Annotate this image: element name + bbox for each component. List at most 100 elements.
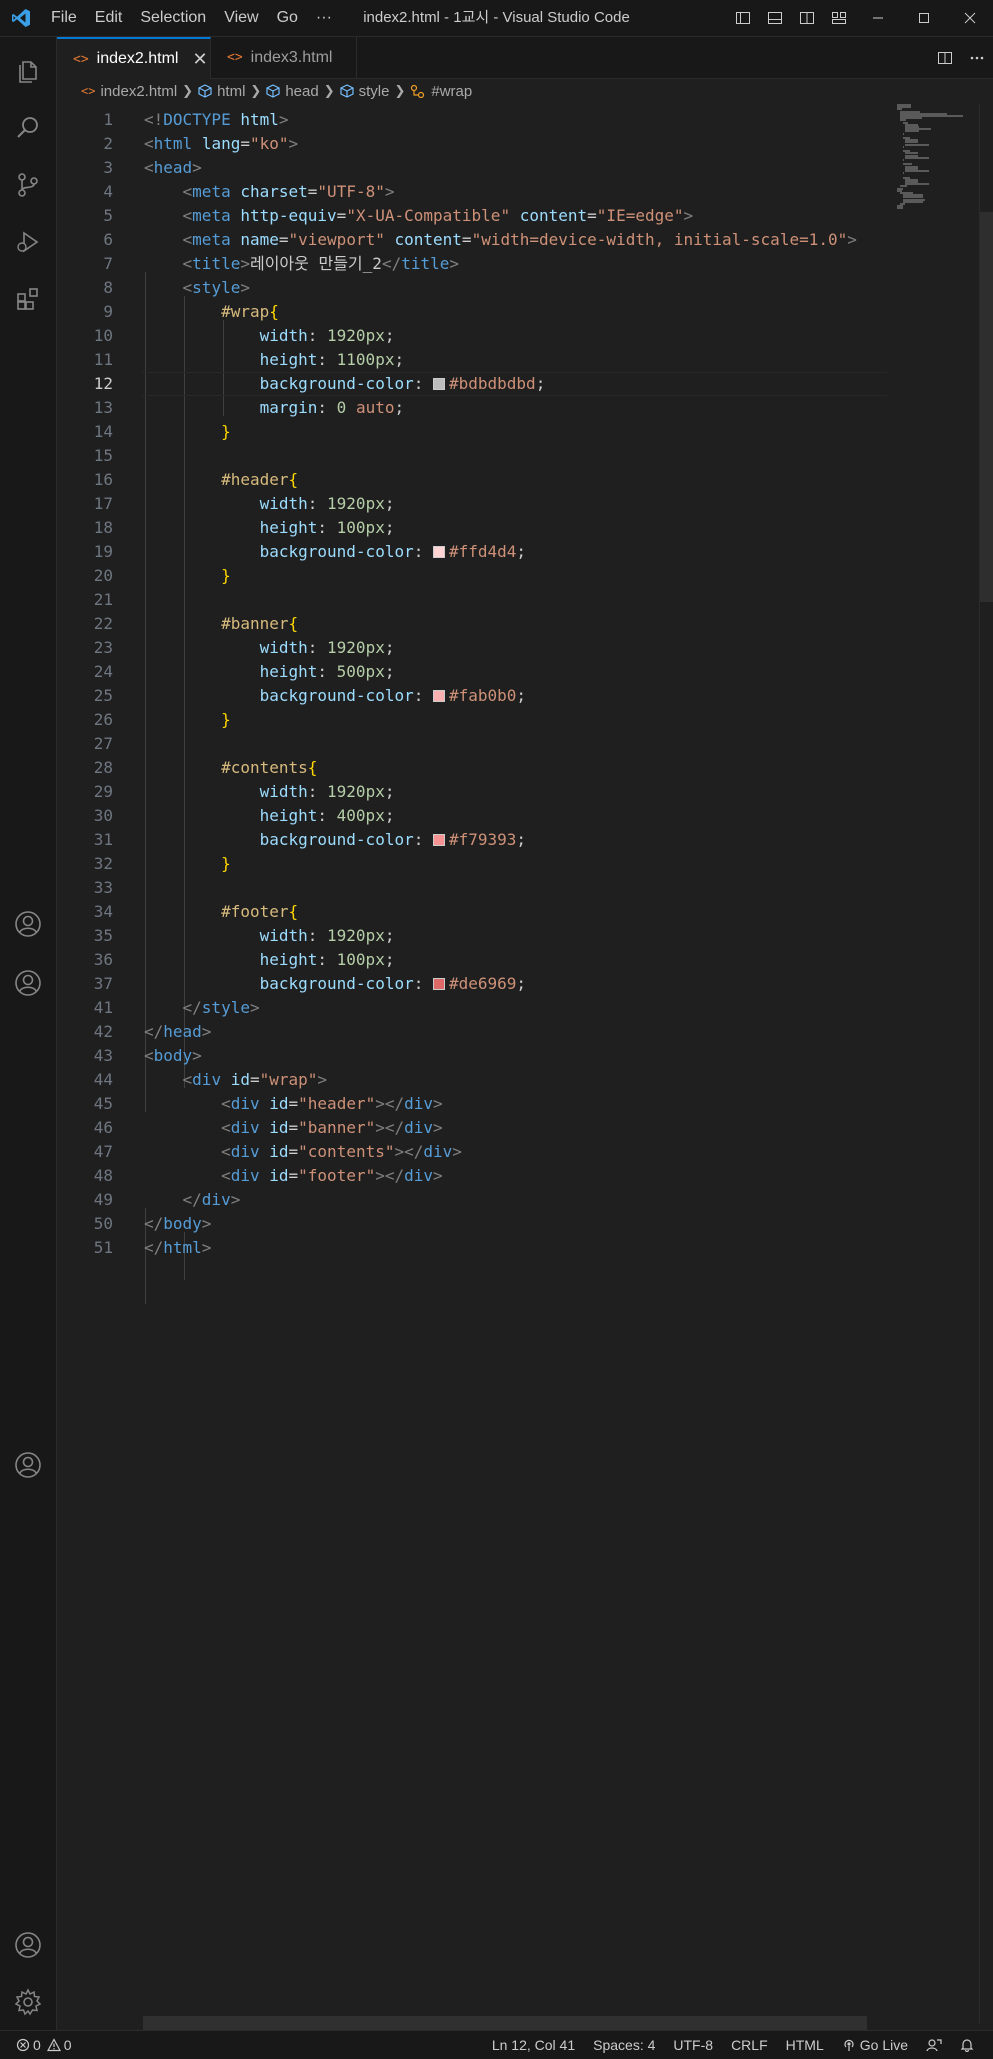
- toggle-primary-sidebar-icon[interactable]: [727, 0, 759, 36]
- account-icon[interactable]: [0, 1437, 56, 1493]
- code-line[interactable]: 2 <html lang="ko">: [57, 132, 889, 156]
- code-line[interactable]: 9 #wrap{: [57, 300, 889, 324]
- code-line[interactable]: 32 }: [57, 852, 889, 876]
- code-line[interactable]: 51 </html>: [57, 1236, 889, 1260]
- menu-item[interactable]: Selection: [131, 9, 215, 27]
- encoding[interactable]: UTF-8: [673, 2037, 713, 2053]
- code-line[interactable]: 25 background-color: #fab0b0;: [57, 684, 889, 708]
- indentation[interactable]: Spaces: 4: [593, 2037, 655, 2053]
- code-line[interactable]: 31 background-color: #f79393;: [57, 828, 889, 852]
- code-line[interactable]: 3 <head>: [57, 156, 889, 180]
- menu-item[interactable]: File: [42, 9, 86, 27]
- code-line[interactable]: 10 width: 1920px;: [57, 324, 889, 348]
- code-line[interactable]: 29 width: 1920px;: [57, 780, 889, 804]
- code-line[interactable]: 18 height: 100px;: [57, 516, 889, 540]
- color-swatch-icon[interactable]: [432, 690, 445, 702]
- code-line[interactable]: 41 </style>: [57, 996, 889, 1020]
- run-debug-icon[interactable]: [0, 214, 56, 270]
- split-editor-icon[interactable]: [929, 37, 961, 78]
- code-line[interactable]: 43 <body>: [57, 1044, 889, 1068]
- problems-indicator[interactable]: 0 0: [16, 2037, 72, 2053]
- code-line[interactable]: 33: [57, 876, 889, 900]
- minimap[interactable]: [897, 104, 979, 214]
- code-line[interactable]: 50 </body>: [57, 1212, 889, 1236]
- scrollbar-thumb[interactable]: [980, 212, 993, 602]
- tab-index3[interactable]: <> index3.html: [211, 37, 357, 78]
- code-line[interactable]: 49 </div>: [57, 1188, 889, 1212]
- code-line[interactable]: 45 <div id="header"></div>: [57, 1092, 889, 1116]
- code-line[interactable]: 22 #banner{: [57, 612, 889, 636]
- code-line[interactable]: 24 height: 500px;: [57, 660, 889, 684]
- minimize-icon[interactable]: [855, 0, 901, 36]
- menu-item[interactable]: Edit: [86, 9, 132, 27]
- code-line[interactable]: 37 background-color: #de6969;: [57, 972, 889, 996]
- code-line[interactable]: 20 }: [57, 564, 889, 588]
- menu-item[interactable]: View: [215, 9, 267, 27]
- code-line[interactable]: 14 }: [57, 420, 889, 444]
- code-line[interactable]: 28 #contents{: [57, 756, 889, 780]
- code-line[interactable]: 35 width: 1920px;: [57, 924, 889, 948]
- feedback-icon[interactable]: [926, 2038, 942, 2052]
- accounts-icon[interactable]: [0, 1917, 56, 1973]
- toggle-panel-icon[interactable]: [759, 0, 791, 36]
- code-line[interactable]: 7 <title>레이아웃 만들기_2</title>: [57, 252, 889, 276]
- code-line[interactable]: 21: [57, 588, 889, 612]
- toggle-secondary-sidebar-icon[interactable]: [791, 0, 823, 36]
- menu-item[interactable]: ···: [307, 9, 341, 27]
- color-swatch-icon[interactable]: [432, 834, 445, 846]
- breadcrumb-head[interactable]: head: [266, 83, 319, 100]
- code-line[interactable]: 47 <div id="contents"></div>: [57, 1140, 889, 1164]
- customize-layout-icon[interactable]: [823, 0, 855, 36]
- account-icon[interactable]: [0, 955, 56, 1011]
- code-line[interactable]: 16 #header{: [57, 468, 889, 492]
- more-actions-icon[interactable]: [961, 37, 993, 78]
- code-line[interactable]: 26 }: [57, 708, 889, 732]
- code-line[interactable]: 15: [57, 444, 889, 468]
- code-line[interactable]: 17 width: 1920px;: [57, 492, 889, 516]
- code-line[interactable]: 36 height: 100px;: [57, 948, 889, 972]
- tab-index2[interactable]: <> index2.html ✕: [57, 37, 211, 79]
- cursor-position[interactable]: Ln 12, Col 41: [492, 2037, 575, 2053]
- code-line[interactable]: 19 background-color: #ffd4d4;: [57, 540, 889, 564]
- code-line[interactable]: 23 width: 1920px;: [57, 636, 889, 660]
- vertical-scrollbar[interactable]: [979, 104, 993, 2024]
- maximize-icon[interactable]: [901, 0, 947, 36]
- code-line[interactable]: 6 <meta name="viewport" content="width=d…: [57, 228, 889, 252]
- breadcrumb-file[interactable]: <> index2.html: [81, 83, 177, 100]
- color-swatch-icon[interactable]: [432, 546, 445, 558]
- code-line[interactable]: 8 <style>: [57, 276, 889, 300]
- code-line[interactable]: 42 </head>: [57, 1020, 889, 1044]
- notifications-bell-icon[interactable]: [960, 2038, 974, 2052]
- code-line[interactable]: 34 #footer{: [57, 900, 889, 924]
- color-swatch-icon[interactable]: [432, 978, 445, 990]
- end-of-line[interactable]: CRLF: [731, 2037, 768, 2053]
- code-line[interactable]: 44 <div id="wrap">: [57, 1068, 889, 1092]
- code-line[interactable]: 12 background-color: #bdbdbdbd;: [57, 372, 889, 396]
- breadcrumb-html[interactable]: html: [198, 83, 245, 100]
- account-icon[interactable]: [0, 896, 56, 952]
- code-line[interactable]: 13 margin: 0 auto;: [57, 396, 889, 420]
- code-line[interactable]: 46 <div id="banner"></div>: [57, 1116, 889, 1140]
- close-window-icon[interactable]: [947, 0, 993, 36]
- color-swatch-icon[interactable]: [432, 378, 445, 390]
- code-line[interactable]: 11 height: 1100px;: [57, 348, 889, 372]
- code-line[interactable]: 1 <!DOCTYPE html>: [57, 108, 889, 132]
- code-line[interactable]: 5 <meta http-equiv="X-UA-Compatible" con…: [57, 204, 889, 228]
- go-live-button[interactable]: Go Live: [842, 2037, 908, 2053]
- explorer-icon[interactable]: [0, 43, 56, 99]
- breadcrumb-selector[interactable]: #wrap: [410, 83, 472, 100]
- language-mode[interactable]: HTML: [786, 2037, 824, 2053]
- source-control-icon[interactable]: [0, 157, 56, 213]
- breadcrumb-style[interactable]: style: [340, 83, 389, 100]
- code-editor[interactable]: 1 <!DOCTYPE html> 2 <html lang="ko"> 3 <head>…: [57, 104, 889, 2024]
- extensions-icon[interactable]: [0, 271, 56, 327]
- code-line[interactable]: 48 <div id="footer"></div>: [57, 1164, 889, 1188]
- menu-item[interactable]: Go: [268, 9, 307, 27]
- settings-gear-icon[interactable]: [0, 1974, 56, 2030]
- code-line[interactable]: 4 <meta charset="UTF-8">: [57, 180, 889, 204]
- close-tab-icon[interactable]: ✕: [192, 49, 207, 70]
- horizontal-scrollbar[interactable]: [143, 2016, 867, 2030]
- code-line[interactable]: 30 height: 400px;: [57, 804, 889, 828]
- code-line[interactable]: 27: [57, 732, 889, 756]
- search-icon[interactable]: [0, 100, 56, 156]
